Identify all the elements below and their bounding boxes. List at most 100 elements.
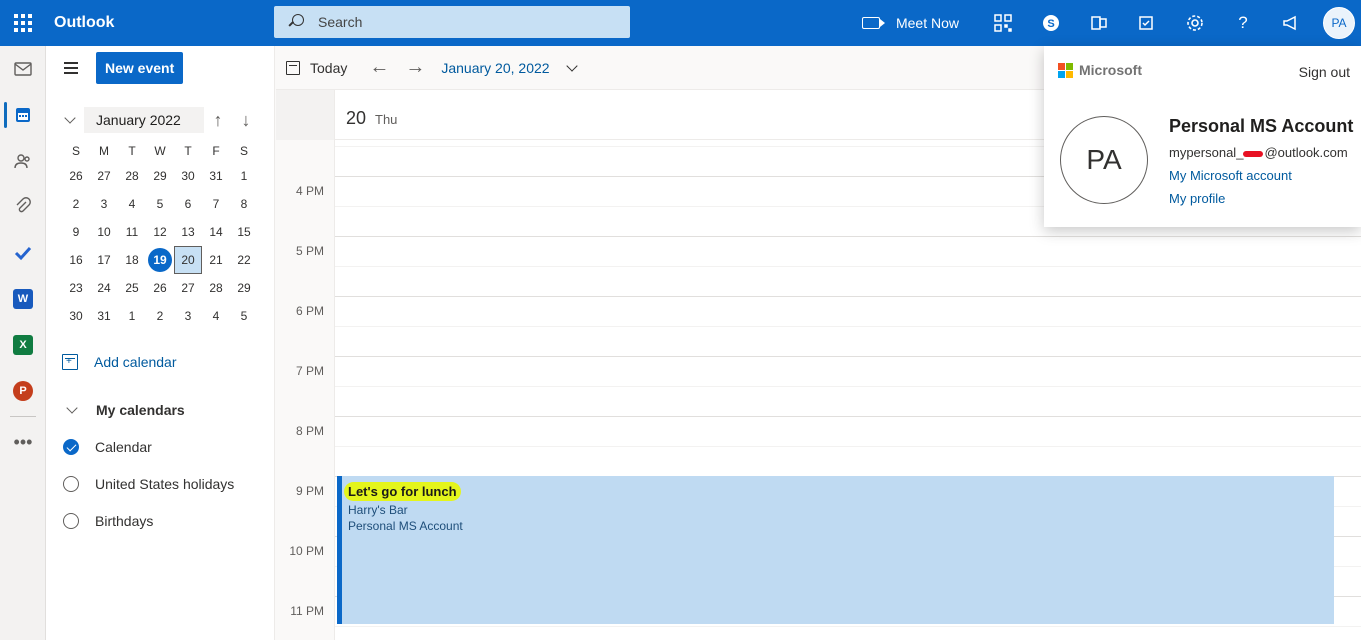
add-calendar-button[interactable]: Add calendar bbox=[46, 344, 274, 380]
mini-calendar-day[interactable]: 17 bbox=[90, 246, 118, 274]
previous-day-arrow-icon[interactable]: ← bbox=[361, 46, 397, 90]
mini-calendar-day[interactable]: 10 bbox=[90, 218, 118, 246]
unchecked-circle-icon[interactable] bbox=[63, 512, 79, 529]
calendar-item-label: Calendar bbox=[95, 438, 152, 455]
qr-code-icon[interactable] bbox=[979, 0, 1027, 46]
mini-calendar-day[interactable]: 30 bbox=[62, 302, 90, 330]
checked-circle-icon[interactable] bbox=[63, 438, 79, 455]
attachment-icon[interactable] bbox=[0, 184, 46, 230]
account-popup: Microsoft Sign out PA Personal MS Accoun… bbox=[1044, 46, 1361, 227]
calendar-item[interactable]: Calendar bbox=[46, 428, 274, 465]
mini-calendar-day[interactable]: 24 bbox=[90, 274, 118, 302]
chevron-down-icon bbox=[565, 59, 578, 72]
search-icon bbox=[288, 14, 304, 30]
mini-calendar-day[interactable]: 4 bbox=[202, 302, 230, 330]
excel-icon[interactable]: X bbox=[0, 322, 46, 368]
mini-calendar-day[interactable]: 3 bbox=[90, 190, 118, 218]
mini-calendar-day[interactable]: 27 bbox=[174, 274, 202, 302]
my-day-icon[interactable] bbox=[1123, 0, 1171, 46]
day-number[interactable]: 20 bbox=[346, 108, 366, 129]
sign-out-link[interactable]: Sign out bbox=[1299, 64, 1350, 80]
skype-icon[interactable]: S bbox=[1027, 0, 1075, 46]
mini-calendar-day[interactable]: 14 bbox=[202, 218, 230, 246]
mini-calendar-day[interactable]: 28 bbox=[118, 162, 146, 190]
mini-calendar-day[interactable]: 1 bbox=[118, 302, 146, 330]
mail-icon[interactable] bbox=[0, 46, 46, 92]
collapse-chevron-icon[interactable] bbox=[58, 108, 82, 132]
mini-calendar-day[interactable]: 1 bbox=[230, 162, 258, 190]
mini-calendar-day[interactable]: 21 bbox=[202, 246, 230, 274]
mini-calendar-day[interactable]: 29 bbox=[230, 274, 258, 302]
mini-calendar-day[interactable]: 28 bbox=[202, 274, 230, 302]
mini-calendar-day[interactable]: 27 bbox=[90, 162, 118, 190]
mini-calendar-day[interactable]: 15 bbox=[230, 218, 258, 246]
mini-calendar-day[interactable]: 19 bbox=[146, 246, 174, 274]
settings-gear-icon[interactable] bbox=[1171, 0, 1219, 46]
mini-calendar-day[interactable]: 3 bbox=[174, 302, 202, 330]
feedback-megaphone-icon[interactable] bbox=[1267, 0, 1315, 46]
mini-calendar-grid: S M T W T F S 26 27 28 29 30 31 1 2 3 4 5 6 7 8 9 10 11 12 13 14 15… bbox=[62, 140, 262, 330]
next-day-arrow-icon[interactable]: → bbox=[397, 46, 433, 90]
mini-calendar-day[interactable]: 13 bbox=[174, 218, 202, 246]
my-microsoft-account-link[interactable]: My Microsoft account bbox=[1169, 168, 1292, 183]
mini-calendar-day[interactable]: 12 bbox=[146, 218, 174, 246]
mini-calendar-day[interactable]: 23 bbox=[62, 274, 90, 302]
office-icon[interactable] bbox=[1075, 0, 1123, 46]
calendar-item[interactable]: United States holidays bbox=[46, 465, 274, 502]
mini-calendar-month[interactable]: January 2022 bbox=[84, 107, 204, 133]
my-profile-link[interactable]: My profile bbox=[1169, 191, 1225, 206]
account-name: Personal MS Account bbox=[1169, 116, 1354, 136]
mini-calendar-day[interactable]: 26 bbox=[146, 274, 174, 302]
hour-label: 7 PM bbox=[295, 364, 324, 378]
calendar-item[interactable]: Birthdays bbox=[46, 502, 274, 539]
mini-calendar-day[interactable]: 2 bbox=[62, 190, 90, 218]
calendar-list: Calendar United States holidays Birthdays bbox=[46, 428, 274, 539]
mini-calendar-day[interactable]: 5 bbox=[146, 190, 174, 218]
previous-month-arrow-icon[interactable]: ↑ bbox=[204, 106, 232, 134]
mini-calendar-day[interactable]: 30 bbox=[174, 162, 202, 190]
mini-calendar-day[interactable]: 6 bbox=[174, 190, 202, 218]
app-title[interactable]: Outlook bbox=[54, 14, 274, 32]
calendar-event[interactable]: Let's go for lunch Harry's Bar Personal … bbox=[337, 476, 1334, 624]
mini-calendar-day[interactable]: 26 bbox=[62, 162, 90, 190]
mini-calendar-day[interactable]: 25 bbox=[118, 274, 146, 302]
more-apps-icon[interactable]: ••• bbox=[0, 419, 46, 465]
hour-label: 4 PM bbox=[295, 184, 324, 198]
calendar-icon[interactable] bbox=[0, 92, 46, 138]
microsoft-brand-label: Microsoft bbox=[1079, 62, 1142, 78]
app-launcher-icon[interactable] bbox=[0, 0, 46, 46]
expand-chevron-icon bbox=[60, 398, 84, 422]
event-calendar: Personal MS Account bbox=[348, 519, 463, 533]
people-icon[interactable] bbox=[0, 138, 46, 184]
mini-calendar-day[interactable]: 8 bbox=[230, 190, 258, 218]
search-input[interactable]: Search bbox=[274, 6, 630, 38]
mini-calendar-day[interactable]: 20 bbox=[174, 246, 202, 274]
mini-calendar-day[interactable]: 18 bbox=[118, 246, 146, 274]
mini-calendar-day[interactable]: 4 bbox=[118, 190, 146, 218]
hamburger-menu-icon[interactable] bbox=[46, 46, 96, 90]
unchecked-circle-icon[interactable] bbox=[63, 475, 79, 492]
powerpoint-icon[interactable]: P bbox=[0, 368, 46, 414]
mini-calendar-day[interactable]: 31 bbox=[202, 162, 230, 190]
my-calendars-header[interactable]: My calendars bbox=[46, 392, 274, 428]
mini-calendar-day[interactable]: 31 bbox=[90, 302, 118, 330]
mini-calendar-day[interactable]: 22 bbox=[230, 246, 258, 274]
mini-calendar-day[interactable]: 2 bbox=[146, 302, 174, 330]
word-icon[interactable]: W bbox=[0, 276, 46, 322]
account-avatar-button[interactable]: PA bbox=[1323, 7, 1355, 39]
today-button[interactable]: Today bbox=[276, 60, 347, 76]
new-event-button[interactable]: New event bbox=[96, 52, 184, 84]
mini-calendar-day[interactable]: 5 bbox=[230, 302, 258, 330]
mini-calendar-day[interactable]: 7 bbox=[202, 190, 230, 218]
hour-label: 11 PM bbox=[290, 604, 324, 618]
help-icon[interactable]: ? bbox=[1219, 0, 1267, 46]
date-picker-button[interactable]: January 20, 2022 bbox=[441, 59, 578, 76]
mini-calendar-day[interactable]: 9 bbox=[62, 218, 90, 246]
mini-calendar-day[interactable]: 29 bbox=[146, 162, 174, 190]
weekday-label: S bbox=[239, 144, 248, 158]
mini-calendar-day[interactable]: 11 bbox=[118, 218, 146, 246]
next-month-arrow-icon[interactable]: ↓ bbox=[232, 106, 260, 134]
mini-calendar-day[interactable]: 16 bbox=[62, 246, 90, 274]
todo-check-icon[interactable] bbox=[0, 230, 46, 276]
meet-now-button[interactable]: Meet Now bbox=[861, 15, 959, 31]
